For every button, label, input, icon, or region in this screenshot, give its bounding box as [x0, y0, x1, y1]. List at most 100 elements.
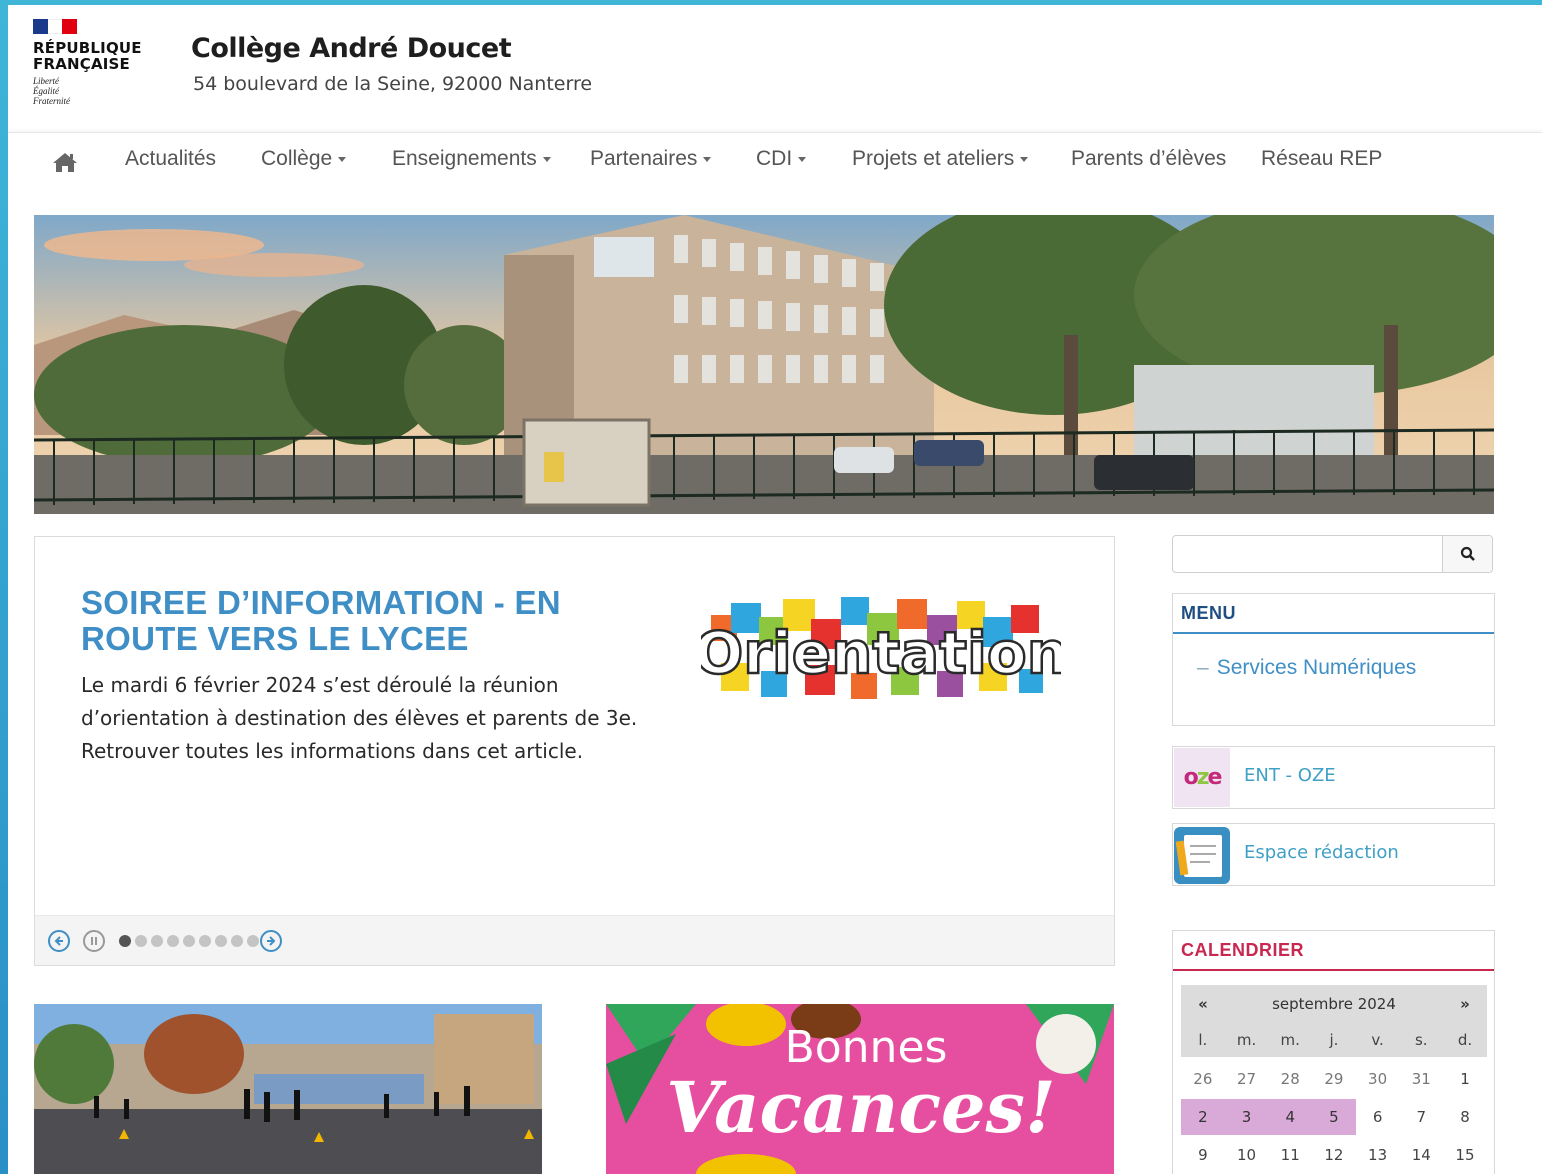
- caret-down-icon: [798, 156, 807, 162]
- slider-dot[interactable]: [119, 935, 131, 947]
- calendar-day[interactable]: 30: [1356, 1061, 1400, 1097]
- article-card-vacances[interactable]: Bonnes Vacances!: [606, 1004, 1114, 1174]
- espace-redaction-link[interactable]: Espace rédaction: [1172, 823, 1495, 886]
- menu-title: MENU: [1173, 594, 1494, 634]
- weekday-label: d.: [1457, 1031, 1473, 1049]
- notepad-icon: [1174, 827, 1230, 884]
- weekday-label: j.: [1329, 1031, 1339, 1049]
- calendar-day-event[interactable]: 5: [1312, 1099, 1356, 1135]
- weekday-label: m.: [1280, 1031, 1300, 1049]
- slider-dot[interactable]: [151, 935, 163, 947]
- search-icon: [1460, 546, 1475, 561]
- slider-dot[interactable]: [183, 935, 195, 947]
- calendar-day-event[interactable]: 3: [1224, 1099, 1269, 1135]
- slider-dot[interactable]: [167, 935, 179, 947]
- menu-link-services-numeriques[interactable]: – Services Numériques: [1197, 656, 1416, 680]
- page: RÉPUBLIQUE FRANÇAISE Liberté Égalité Fra…: [8, 5, 1542, 1174]
- caret-down-icon: [542, 156, 551, 162]
- arrow-left-icon: [54, 936, 63, 946]
- site-title[interactable]: Collège André Doucet: [191, 33, 512, 64]
- slider-next-button[interactable]: [260, 930, 282, 952]
- calendar-day[interactable]: 26: [1181, 1061, 1225, 1097]
- news-slider: SOIREE D’INFORMATION - EN ROUTE VERS LE …: [34, 536, 1115, 966]
- site-address: 54 boulevard de la Seine, 92000 Nanterre: [193, 73, 593, 95]
- slider-dot[interactable]: [135, 935, 147, 947]
- orientation-image[interactable]: Orientation: [693, 593, 1069, 711]
- calendar-next-button[interactable]: »: [1443, 995, 1487, 1013]
- espace-redaction-label: Espace rédaction: [1244, 842, 1399, 863]
- sport-photo: [34, 1004, 542, 1174]
- slide-title[interactable]: SOIREE D’INFORMATION - EN ROUTE VERS LE …: [81, 585, 661, 657]
- calendar-day[interactable]: 31: [1399, 1061, 1443, 1097]
- article-card-sport[interactable]: [34, 1004, 542, 1174]
- home-icon[interactable]: [52, 151, 78, 178]
- main-navbar: Actualités Collège Enseignements Partena…: [8, 132, 1542, 192]
- calendar-title: CALENDRIER: [1173, 931, 1494, 971]
- calendar-day[interactable]: 1: [1443, 1061, 1487, 1097]
- weekday-label: v.: [1371, 1031, 1384, 1049]
- slider-dot[interactable]: [231, 935, 243, 947]
- nav-item-projets-ateliers[interactable]: Projets et ateliers: [852, 147, 1029, 171]
- rf-motto-1: Liberté: [33, 76, 59, 86]
- search-input[interactable]: [1173, 536, 1443, 572]
- caret-down-icon: [338, 156, 347, 162]
- calendar-day[interactable]: 15: [1443, 1137, 1487, 1173]
- vacances-image: Bonnes Vacances!: [606, 1004, 1114, 1174]
- nav-item-actualites[interactable]: Actualités: [125, 147, 216, 171]
- slider-dot[interactable]: [247, 935, 259, 947]
- calendar-day[interactable]: 29: [1312, 1061, 1356, 1097]
- calendar-day[interactable]: 12: [1312, 1137, 1356, 1173]
- search-button[interactable]: [1442, 536, 1492, 572]
- weekday-label: m.: [1236, 1031, 1257, 1049]
- nav-item-enseignements[interactable]: Enseignements: [392, 147, 551, 171]
- calendar-day[interactable]: 28: [1268, 1061, 1312, 1097]
- slider-controls: [35, 915, 1114, 965]
- nav-item-cdi[interactable]: CDI: [756, 147, 807, 171]
- nav-item-partenaires[interactable]: Partenaires: [590, 147, 712, 171]
- arrow-right-icon: [267, 936, 276, 946]
- caret-down-icon: [703, 156, 712, 162]
- slider-dot[interactable]: [199, 935, 211, 947]
- ent-oze-link[interactable]: oze ENT - OZE: [1172, 746, 1495, 809]
- calendar-day[interactable]: 10: [1225, 1137, 1269, 1173]
- calendar-weekday-row: l. m. m. j. v. s. d.: [1181, 1023, 1487, 1057]
- slider-pause-button[interactable]: [83, 930, 105, 952]
- calendar-day-event[interactable]: 4: [1268, 1099, 1313, 1135]
- calendar-day[interactable]: 14: [1399, 1137, 1443, 1173]
- slider-dots: [119, 935, 259, 947]
- calendar-grid: « septembre 2024 » l. m. m. j. v. s. d. …: [1181, 985, 1487, 1174]
- slide-text: Le mardi 6 février 2024 s’est déroulé la…: [81, 673, 638, 763]
- calendar-month-label[interactable]: septembre 2024: [1225, 995, 1443, 1013]
- rf-name-line1: RÉPUBLIQUE: [33, 39, 142, 57]
- orientation-word: Orientation: [701, 619, 1061, 687]
- calendar-day[interactable]: 13: [1356, 1137, 1400, 1173]
- caret-down-icon: [1020, 156, 1029, 162]
- french-flag-icon: [33, 19, 78, 34]
- weekday-label: l.: [1198, 1031, 1208, 1049]
- calendar-day[interactable]: 7: [1399, 1099, 1443, 1135]
- calendar-prev-button[interactable]: «: [1181, 995, 1225, 1013]
- calendar-day[interactable]: 6: [1356, 1099, 1400, 1135]
- ent-oze-label: ENT - OZE: [1244, 765, 1336, 786]
- school-banner-image: [34, 215, 1494, 514]
- calendar-day-event[interactable]: 2: [1181, 1099, 1225, 1135]
- rf-motto-2: Égalité: [33, 86, 59, 96]
- nav-item-reseau-rep[interactable]: Réseau REP: [1261, 147, 1382, 171]
- menu-panel: MENU – Services Numériques: [1172, 593, 1495, 726]
- calendar-day[interactable]: 8: [1443, 1099, 1487, 1135]
- vacances-line2: Vacances!: [666, 1066, 1055, 1149]
- slider-prev-button[interactable]: [48, 930, 70, 952]
- republique-francaise-logo[interactable]: RÉPUBLIQUE FRANÇAISE Liberté Égalité Fra…: [33, 19, 153, 106]
- calendar-week-row: 26 27 28 29 30 31 1: [1181, 1060, 1487, 1098]
- search-form: [1172, 535, 1493, 573]
- nav-item-college[interactable]: Collège: [261, 147, 347, 171]
- weekday-label: s.: [1414, 1031, 1428, 1049]
- slider-dot[interactable]: [215, 935, 227, 947]
- calendar-day[interactable]: 9: [1181, 1137, 1225, 1173]
- calendar-day[interactable]: 27: [1225, 1061, 1269, 1097]
- nav-item-parents-eleves[interactable]: Parents d’élèves: [1071, 147, 1226, 171]
- calendar-day[interactable]: 11: [1268, 1137, 1312, 1173]
- oze-logo-icon: oze: [1174, 748, 1230, 807]
- calendar-panel: CALENDRIER « septembre 2024 » l. m. m. j…: [1172, 930, 1495, 1174]
- calendar-week-row: 2 3 4 5 6 7 8: [1181, 1098, 1487, 1136]
